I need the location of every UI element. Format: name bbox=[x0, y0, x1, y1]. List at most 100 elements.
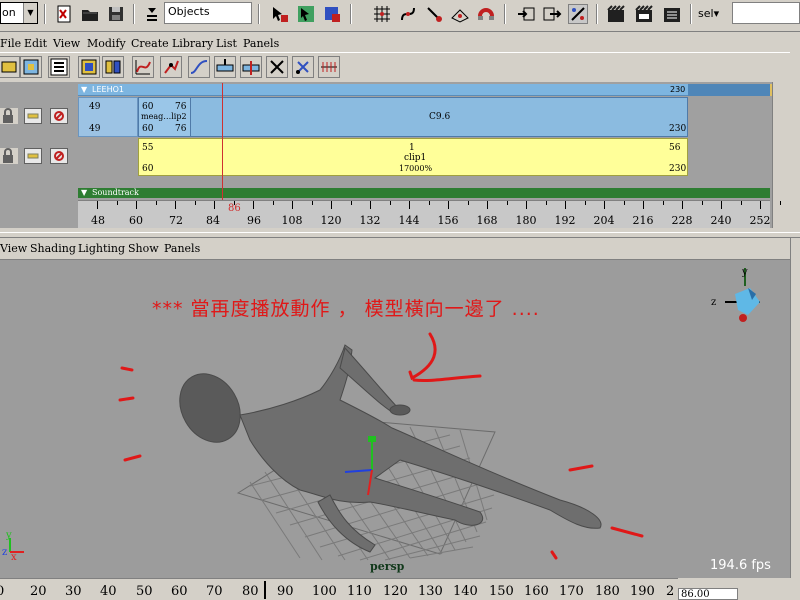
make-live-icon[interactable] bbox=[476, 4, 496, 24]
lock-icon[interactable] bbox=[0, 148, 18, 164]
ipr-render-icon[interactable] bbox=[634, 4, 654, 24]
trax-time-ruler[interactable]: 48 60 72 84 96 108 120 132 144 156 168 1… bbox=[78, 200, 781, 228]
ruler-tick bbox=[643, 201, 644, 209]
view-cube-y-label: y bbox=[741, 267, 748, 278]
sub-clip[interactable]: 60 76 meag…lip2 60 76 bbox=[139, 98, 191, 136]
selection-mask-dropdown[interactable]: Objects bbox=[164, 2, 252, 24]
menu-view[interactable]: View bbox=[53, 37, 80, 51]
sel-dropdown[interactable]: sel▾ bbox=[698, 4, 728, 24]
animation-clip[interactable]: 60 76 meag…lip2 60 76 C9.6 230 bbox=[138, 97, 688, 137]
split-clip-icon[interactable] bbox=[240, 56, 262, 78]
scale-clip-icon[interactable] bbox=[318, 56, 340, 78]
insert-clip-icon[interactable] bbox=[214, 56, 236, 78]
ruler-tick bbox=[506, 201, 508, 205]
menu-create[interactable]: Create bbox=[131, 37, 169, 51]
origin-axis-x-label: x bbox=[11, 552, 17, 563]
viewport-menu-panels[interactable]: Panels bbox=[164, 242, 200, 256]
open-scene-icon[interactable] bbox=[80, 4, 100, 24]
menu-list[interactable]: List bbox=[216, 37, 237, 51]
triangle-down-icon: ▼ bbox=[81, 188, 88, 197]
ruler-label: 120 bbox=[320, 214, 342, 227]
character-set-icon[interactable] bbox=[102, 56, 124, 78]
construction-history-icon[interactable] bbox=[568, 4, 588, 24]
menu-library[interactable]: Library bbox=[172, 37, 213, 51]
toolbar-separator bbox=[44, 4, 46, 24]
load-selected-characters-icon[interactable] bbox=[78, 56, 100, 78]
viewport-menu-shading[interactable]: Shading bbox=[30, 242, 76, 256]
mute-track-icon[interactable] bbox=[50, 108, 68, 124]
current-time-marker bbox=[264, 581, 266, 599]
snap-to-view-plane-icon[interactable] bbox=[450, 4, 470, 24]
ruler-label: 216 bbox=[632, 214, 654, 227]
menu-edit[interactable]: Edit bbox=[24, 37, 47, 51]
mode-dropdown[interactable]: on ▼ bbox=[0, 2, 38, 24]
quick-select-field[interactable] bbox=[732, 2, 800, 24]
input-connections-icon[interactable] bbox=[516, 4, 536, 24]
snap-to-curve-icon[interactable] bbox=[398, 4, 418, 24]
select-by-object-type-icon[interactable] bbox=[296, 4, 316, 24]
ruler-label: 240 bbox=[710, 214, 732, 227]
current-time-indicator[interactable] bbox=[222, 83, 223, 200]
list-view-icon[interactable] bbox=[48, 56, 70, 78]
ruler-tick bbox=[311, 201, 313, 205]
render-settings-icon[interactable] bbox=[662, 4, 682, 24]
select-by-hierarchy-icon[interactable] bbox=[270, 4, 290, 24]
selection-mask-menu-icon[interactable] bbox=[142, 4, 162, 24]
create-blend-icon[interactable] bbox=[188, 56, 210, 78]
ruler-label: 168 bbox=[476, 214, 498, 227]
save-scene-icon[interactable] bbox=[106, 4, 126, 24]
create-pose-icon[interactable] bbox=[160, 56, 182, 78]
output-connections-icon[interactable] bbox=[542, 4, 562, 24]
ruler-label: 180 bbox=[515, 214, 537, 227]
time-slider-label: 20 bbox=[30, 584, 47, 599]
mute-track-icon[interactable] bbox=[50, 148, 68, 164]
viewport-menu-view[interactable]: View bbox=[0, 242, 27, 256]
menu-panels[interactable]: Panels bbox=[243, 37, 279, 51]
soundtrack-bar[interactable]: ▼ Soundtrack bbox=[78, 188, 770, 198]
ruler-label: 60 bbox=[129, 214, 143, 227]
graph-anim-curves-icon[interactable] bbox=[132, 56, 154, 78]
origin-axis-gizmo bbox=[9, 538, 24, 553]
select-by-component-type-icon[interactable] bbox=[322, 4, 342, 24]
snap-to-point-icon[interactable] bbox=[424, 4, 444, 24]
clip-name: C9.6 bbox=[429, 112, 451, 122]
viewport-menu-bar: View Shading Lighting Show Panels bbox=[0, 238, 790, 260]
toolbar-separator bbox=[258, 4, 260, 24]
ruler-tick bbox=[272, 201, 274, 205]
clip-sub-label: 76 bbox=[175, 102, 187, 112]
trax-vertical-scrollbar[interactable] bbox=[772, 82, 788, 228]
menu-modify[interactable]: Modify bbox=[87, 37, 126, 51]
menu-file[interactable]: File bbox=[0, 37, 21, 51]
ruler-tick bbox=[350, 201, 352, 205]
viewport-menu-show[interactable]: Show bbox=[128, 242, 159, 256]
sel-dropdown-label: sel bbox=[698, 7, 714, 20]
solo-track-icon[interactable] bbox=[24, 108, 42, 124]
character-end-frame: 230 bbox=[670, 85, 686, 94]
animation-clip[interactable]: 55 1 clip1 17000% 60 56 230 bbox=[138, 138, 688, 176]
trim-before-icon[interactable] bbox=[266, 56, 288, 78]
viewport-menu-lighting[interactable]: Lighting bbox=[78, 242, 125, 256]
new-scene-icon[interactable] bbox=[54, 4, 74, 24]
frame-selection-icon[interactable] bbox=[20, 56, 42, 78]
trim-after-icon[interactable] bbox=[292, 56, 314, 78]
current-frame-field[interactable]: 86.00 bbox=[678, 588, 738, 600]
lock-icon[interactable] bbox=[0, 108, 18, 124]
track-clip-left[interactable]: 49 49 bbox=[78, 97, 138, 137]
ruler-tick bbox=[584, 201, 586, 205]
time-slider-label: 40 bbox=[100, 584, 117, 599]
triangle-down-icon: ▼ bbox=[81, 85, 88, 94]
frame-all-icon[interactable] bbox=[0, 56, 20, 78]
clip-start-label: 60 bbox=[142, 164, 154, 174]
solo-track-icon[interactable] bbox=[24, 148, 42, 164]
ruler-label: 132 bbox=[359, 214, 381, 227]
ruler-tick bbox=[253, 201, 254, 209]
snap-to-grid-icon[interactable] bbox=[372, 4, 392, 24]
character-bar[interactable]: ▼ LEEHO1 230 bbox=[78, 84, 770, 96]
time-slider[interactable]: 0 20 30 40 50 60 70 80 90 100 110 120 13… bbox=[0, 578, 678, 600]
ruler-tick bbox=[565, 201, 566, 209]
render-current-frame-icon[interactable] bbox=[606, 4, 626, 24]
chevron-down-icon: ▼ bbox=[23, 3, 37, 23]
ruler-tick bbox=[779, 201, 781, 205]
clip-start-label: 60 bbox=[142, 124, 154, 134]
ruler-label: 204 bbox=[593, 214, 615, 227]
